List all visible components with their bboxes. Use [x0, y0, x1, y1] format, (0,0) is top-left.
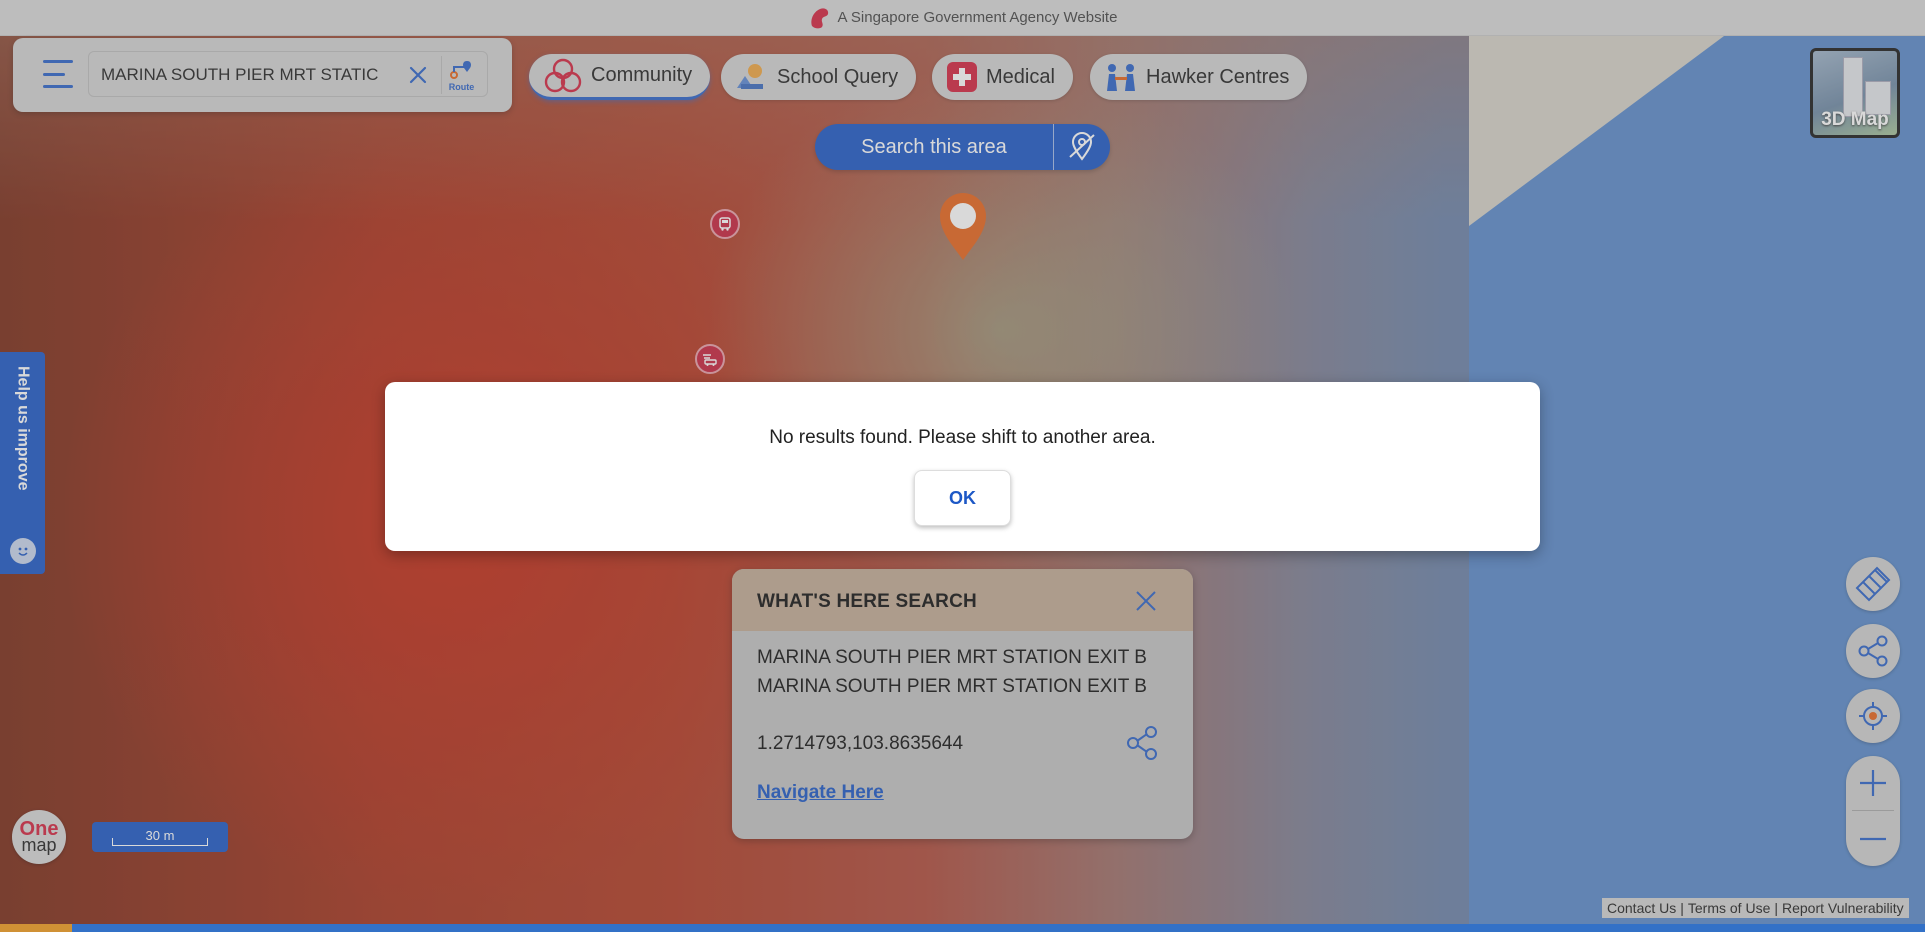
- no-results-dialog: No results found. Please shift to anothe…: [385, 382, 1540, 551]
- dialog-message: No results found. Please shift to anothe…: [769, 427, 1156, 448]
- ok-button[interactable]: OK: [914, 470, 1011, 526]
